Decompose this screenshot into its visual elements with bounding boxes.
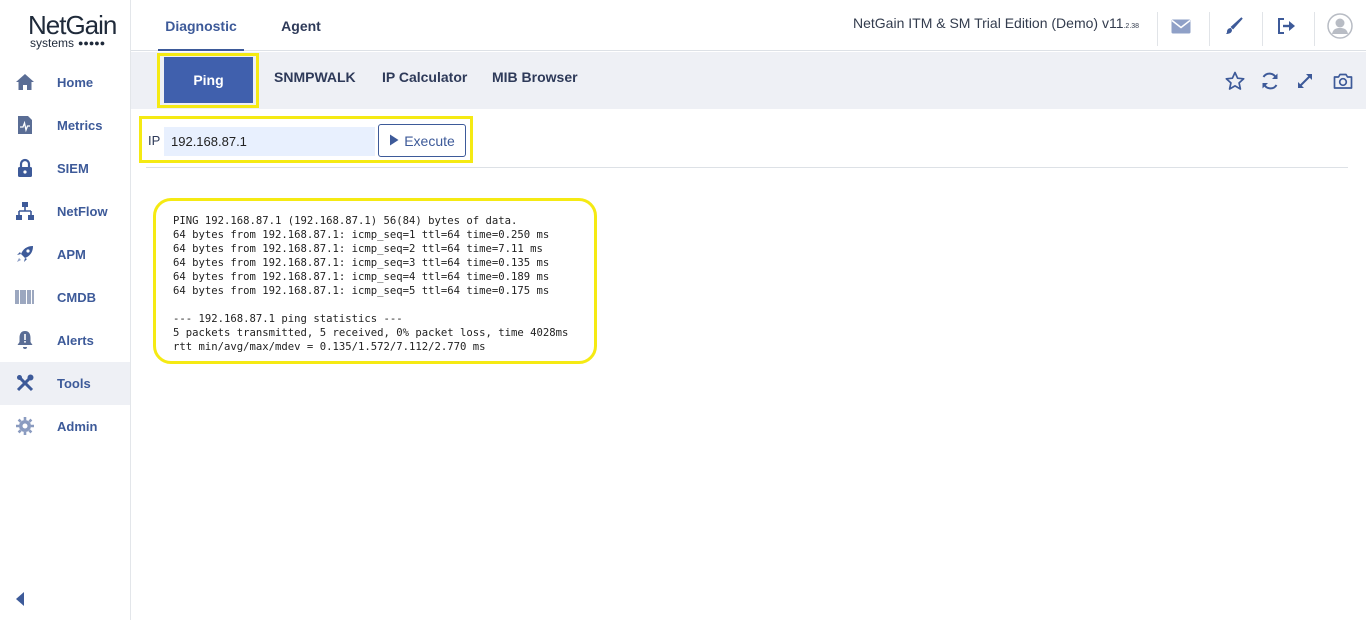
tool-tabs-bar: Ping SNMPWALK IP Calculator MIB Browser [131, 52, 1366, 109]
tools-icon [14, 372, 36, 394]
tab-ip-calculator[interactable]: IP Calculator [382, 69, 467, 85]
separator [1209, 12, 1210, 46]
execute-button[interactable]: Execute [378, 124, 466, 157]
expand-icon[interactable] [1293, 69, 1317, 93]
sidebar-item-home[interactable]: Home [0, 61, 130, 104]
lock-icon [14, 157, 36, 179]
tab-ping[interactable]: Ping [164, 57, 253, 103]
sidebar-nav: Home Metrics SIEM NetFlow APM CMDB Alert… [0, 61, 130, 448]
sidebar-item-admin[interactable]: Admin [0, 405, 130, 448]
sidebar-item-metrics[interactable]: Metrics [0, 104, 130, 147]
sidebar-item-label: Admin [57, 419, 98, 434]
sidebar-item-alerts[interactable]: Alerts [0, 319, 130, 362]
sidebar-item-label: Alerts [57, 333, 94, 348]
tab-mib-browser[interactable]: MIB Browser [492, 69, 578, 85]
camera-icon[interactable] [1331, 69, 1355, 93]
sidebar-item-label: Home [57, 75, 94, 90]
sidebar-item-label: APM [57, 247, 86, 262]
sidebar-item-label: CMDB [57, 290, 96, 305]
logo-sub: systems [30, 36, 75, 50]
ip-input[interactable] [164, 127, 375, 156]
top-bar: Diagnostic Agent NetGain ITM & SM Trial … [131, 0, 1366, 51]
separator [1262, 12, 1263, 46]
mail-icon[interactable] [1167, 12, 1195, 40]
metrics-icon [14, 114, 36, 136]
play-icon [389, 133, 399, 149]
logout-icon[interactable] [1273, 12, 1301, 40]
product-title: NetGain ITM & SM Trial Edition (Demo) v1… [853, 15, 1139, 31]
execute-label: Execute [404, 132, 455, 149]
sidebar-item-netflow[interactable]: NetFlow [0, 190, 130, 233]
product-version: .2.38 [1123, 23, 1140, 30]
sidebar-item-label: Metrics [57, 118, 103, 133]
netflow-icon [14, 200, 36, 222]
sidebar-item-siem[interactable]: SIEM [0, 147, 130, 190]
sidebar-item-apm[interactable]: APM [0, 233, 130, 276]
rocket-icon [14, 243, 36, 265]
collapse-sidebar-icon[interactable] [15, 591, 27, 607]
ip-label: IP [148, 133, 161, 148]
separator [1157, 12, 1158, 46]
ping-output-text: PING 192.168.87.1 (192.168.87.1) 56(84) … [173, 215, 569, 353]
home-icon [14, 71, 36, 93]
divider [146, 167, 1348, 168]
product-name: NetGain ITM & SM Trial Edition (Demo) v1… [853, 15, 1124, 31]
barcode-icon [14, 286, 36, 308]
sidebar-item-label: Tools [57, 376, 91, 391]
favorite-star-icon[interactable] [1223, 69, 1247, 93]
sidebar-item-label: NetFlow [57, 204, 108, 219]
netgain-logo[interactable]: NetGain systems ●●●●● [0, 8, 131, 52]
sidebar: NetGain systems ●●●●● Home Metrics SIEM [0, 0, 131, 620]
separator [1314, 12, 1315, 46]
tab-agent[interactable]: Agent [271, 0, 331, 51]
refresh-icon[interactable] [1258, 69, 1282, 93]
gear-icon [14, 415, 36, 437]
bell-alert-icon [14, 329, 36, 351]
tab-snmpwalk[interactable]: SNMPWALK [274, 69, 356, 85]
user-avatar-icon[interactable] [1326, 12, 1354, 40]
ping-output: PING 192.168.87.1 (192.168.87.1) 56(84) … [153, 198, 597, 364]
sidebar-item-tools[interactable]: Tools [0, 362, 130, 405]
brush-icon[interactable] [1220, 12, 1248, 40]
sidebar-item-label: SIEM [57, 161, 89, 176]
tab-diagnostic[interactable]: Diagnostic [158, 0, 244, 51]
sidebar-item-cmdb[interactable]: CMDB [0, 276, 130, 319]
logo-dots: ●●●●● [78, 38, 106, 48]
